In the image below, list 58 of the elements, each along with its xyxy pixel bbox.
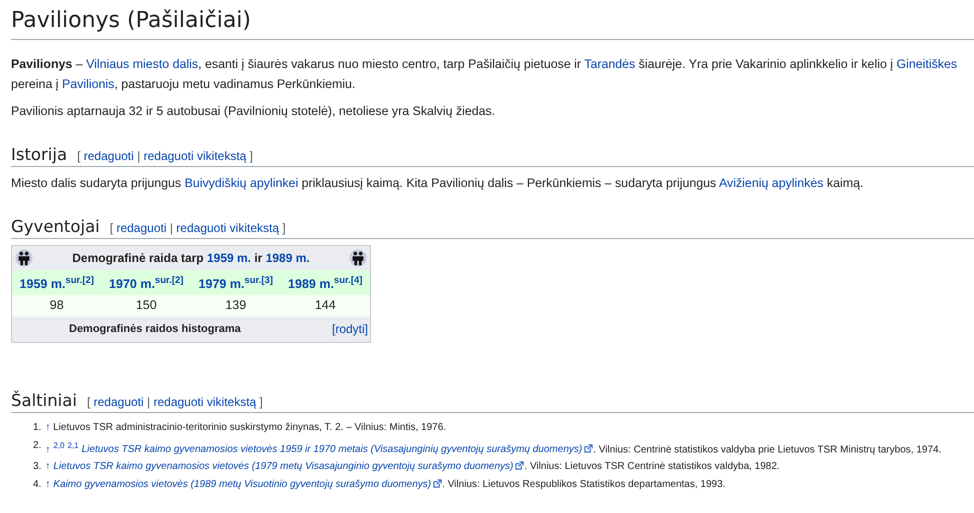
show-link[interactable]: [rodyti]: [332, 322, 368, 336]
link[interactable]: Tarandės: [584, 57, 636, 71]
link[interactable]: Buivydiškių apylinkei: [184, 176, 298, 190]
paragraph-text: Miesto dalis sudaryta prijungus Buivydiškių apylinkei priklausiusį kaimą. Kita Pavilionių dalis – Perkūnkiemis – sudaryta prijungus Avižienių apylinkės kaimą.: [11, 175, 864, 192]
reference-number: 2.: [33, 438, 42, 453]
table-cell-text: 98: [48, 297, 65, 314]
reference-number: 4.: [33, 478, 42, 492]
link[interactable]: Vilniaus miesto dalis: [86, 57, 198, 71]
table-cell-text: 144: [314, 297, 337, 314]
edit-section-links: [ redaguoti | redaguoti vikitekstą ]: [86, 395, 263, 410]
table-caption: Demografinė raida tarp 1959 m. ir 1989 m.: [72, 251, 310, 265]
link[interactable]: redaguoti: [84, 149, 134, 163]
edit-section-links: [ redaguoti | redaguoti vikitekstą ]: [77, 149, 254, 163]
external-link[interactable]: Lietuvos TSR kaimo gyvenamosios vietovės (1979 metų Visasajunginio gyventojų surašymo duomenys): [53, 461, 514, 472]
link[interactable]: Pavilionis: [62, 77, 114, 91]
year-header[interactable]: 1989 m.$^{sur.[4]}$: [280, 270, 370, 296]
reference-number: 3.: [33, 460, 42, 474]
edit-section-links: [ redaguoti | redaguoti vikitekstą ]: [110, 221, 286, 235]
link[interactable]: redaguoti vikitekstą: [144, 149, 246, 163]
citation-link[interactable]: 2,1: [67, 440, 79, 450]
people-icon: [349, 249, 367, 267]
link[interactable]: Gineitiškes: [896, 57, 958, 71]
external-link[interactable]: Lietuvos TSR kaimo gyvenamosios vietovės 1959 ir 1970 metais (Visasajunginių gyventojų surašymų duomenys): [82, 444, 582, 455]
link[interactable]: redaguoti vikitekstą: [153, 395, 256, 410]
page-title: Pavilionys (Pašilaičiai): [11, 8, 974, 40]
link[interactable]: 1959 m.: [206, 251, 252, 265]
reference-text: ↑ Lietuvos TSR administracinio-teritorinio suskirstymo žinynas, T. 2. – Vilnius: Mintis, 1976.: [45, 421, 446, 436]
reference-text: ↑ $^{2,0}$ $^{2,1}$ Lietuvos TSR kaimo gyvenamosios vietovės 1959 ir 1970 metais (Visasajunginių gyventojų surašymų duomenys) . Vilnius: Centrinė statistikos valdyba prie Lietuvos TSR Ministrų tarybos, 1974.: [45, 440, 942, 457]
link[interactable]: ↑: [45, 422, 50, 434]
table-cell-text: 150: [134, 297, 158, 314]
reference-text: ↑ Kaimo gyvenamosios vietovės (1989 metų Visuotinio gyventojų surašymo duomenys) . Vilnius: Lietuvos Respublikos Statistikos departamentas, 1993.: [45, 478, 726, 492]
link[interactable]: redaguoti: [94, 395, 144, 410]
link[interactable]: ↑: [45, 478, 50, 490]
section-heading: Gyventojai: [11, 217, 100, 236]
paragraph-text: pereina į Pavilionis, pastaruoju metu vadinamus Perkūnkiemiu.: [11, 76, 356, 93]
citation-link[interactable]: 2,0: [53, 440, 64, 450]
year-header[interactable]: 1970 m.$^{sur.[2]}$: [102, 270, 191, 296]
link[interactable]: redaguoti: [116, 221, 166, 235]
people-icon: [15, 249, 33, 267]
external-link[interactable]: Kaimo gyvenamosios vietovės (1989 metų Visuotinio gyventojų surašymo duomenys): [53, 478, 432, 490]
link[interactable]: 1989 m.: [266, 251, 310, 265]
external-link-icon: [515, 461, 524, 470]
table-cell-text: 139: [224, 297, 248, 314]
section-heading: Šaltiniai: [11, 391, 77, 410]
section-heading: Istorija: [11, 145, 68, 164]
reference-text: ↑ Lietuvos TSR kaimo gyvenamosios vietovės (1979 metų Visasajunginio gyventojų surašymo duomenys) . Vilnius: Lietuvos TSR Centrinė statistikos valdyba, 1982.: [45, 460, 780, 474]
external-link-icon: [584, 444, 594, 453]
year-header[interactable]: 1959 m.$^{sur.[2]}$: [12, 270, 102, 296]
link[interactable]: ↑: [45, 461, 50, 472]
reference-number: 1.: [33, 421, 42, 436]
link[interactable]: ↑: [45, 444, 50, 455]
external-link-icon: [433, 478, 442, 488]
histogram-label: Demografinės raidos histograma: [69, 323, 241, 336]
paragraph-text: Pavilionis aptarnauja 32 ir 5 autobusai (Pavilnionių stotelė), netoliese yra Skalvių žiedas.: [11, 103, 496, 120]
paragraph-text: Pavilionys – Vilniaus miesto dalis, esanti į šiaurės vakarus nuo miesto centro, tarp Pašilaičių pietuose ir Tarandės šiaurėje. Yra prie Vakarinio aplinkkelio ir kelio į Gineitiškes: [11, 56, 958, 73]
link[interactable]: redaguoti vikitekstą: [176, 221, 280, 235]
link[interactable]: Avižienių apylinkės: [719, 176, 824, 190]
year-header[interactable]: 1979 m.$^{sur.[3]}$: [191, 270, 280, 296]
